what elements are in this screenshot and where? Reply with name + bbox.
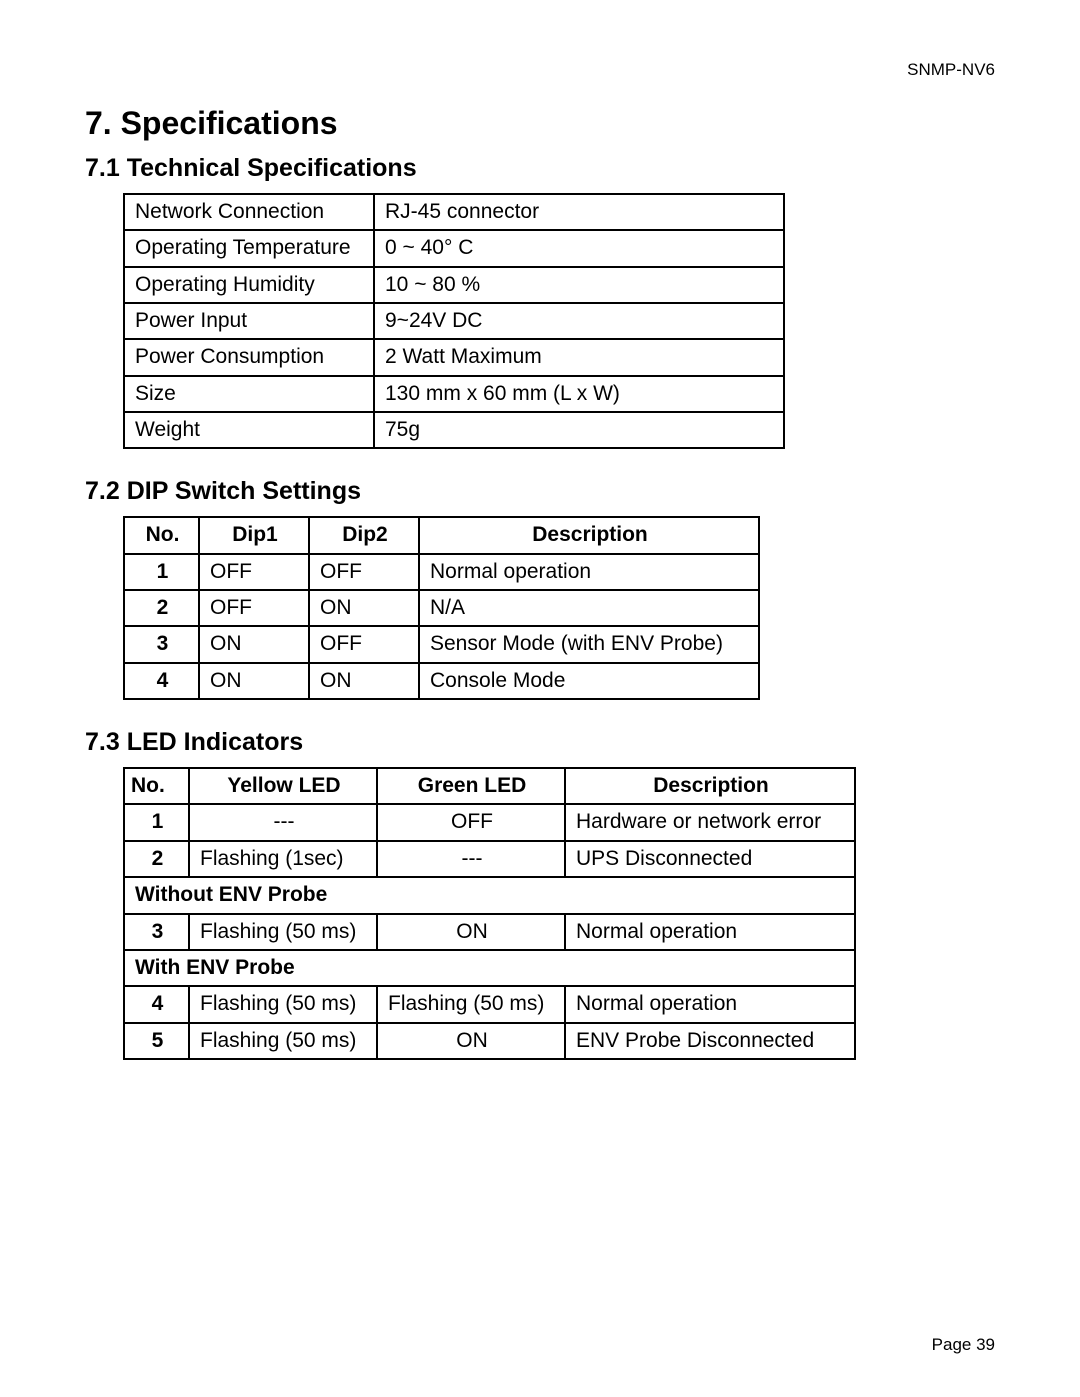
cell-dip2: ON xyxy=(309,663,419,699)
cell-desc: UPS Disconnected xyxy=(565,841,855,877)
spec-value: 75g xyxy=(374,412,784,448)
table-section-row: With ENV Probe xyxy=(124,950,855,986)
spec-label: Size xyxy=(124,376,374,412)
led-indicator-table: No. Yellow LED Green LED Description 1--… xyxy=(123,767,856,1060)
cell-no: 2 xyxy=(124,841,189,877)
section-heading-dip: 7.2 DIP Switch Settings xyxy=(85,477,995,506)
table-row: 2Flashing (1sec)---UPS Disconnected xyxy=(124,841,855,877)
table-row: 1OFFOFFNormal operation xyxy=(124,554,759,590)
cell-dip1: OFF xyxy=(199,554,309,590)
col-header-green: Green LED xyxy=(377,768,565,804)
section-heading-led: 7.3 LED Indicators xyxy=(85,728,995,757)
table-row: 4ONONConsole Mode xyxy=(124,663,759,699)
cell-desc: Normal operation xyxy=(565,986,855,1022)
cell-green: ON xyxy=(377,1023,565,1059)
cell-no: 4 xyxy=(124,986,189,1022)
cell-green: Flashing (50 ms) xyxy=(377,986,565,1022)
tech-spec-table: Network ConnectionRJ-45 connector Operat… xyxy=(123,193,785,449)
cell-dip2: ON xyxy=(309,590,419,626)
spec-label: Power Consumption xyxy=(124,339,374,375)
col-header-dip2: Dip2 xyxy=(309,517,419,553)
table-row: 3ONOFFSensor Mode (with ENV Probe) xyxy=(124,626,759,662)
spec-value: 9~24V DC xyxy=(374,303,784,339)
document-id: SNMP-NV6 xyxy=(85,60,995,80)
table-row: Weight75g xyxy=(124,412,784,448)
cell-yellow: Flashing (1sec) xyxy=(189,841,377,877)
cell-yellow: Flashing (50 ms) xyxy=(189,914,377,950)
section-label: With ENV Probe xyxy=(124,950,855,986)
spec-label: Operating Humidity xyxy=(124,267,374,303)
cell-no: 4 xyxy=(124,663,199,699)
cell-green: OFF xyxy=(377,804,565,840)
cell-desc: Console Mode xyxy=(419,663,759,699)
table-row: 4Flashing (50 ms)Flashing (50 ms)Normal … xyxy=(124,986,855,1022)
cell-no: 1 xyxy=(124,554,199,590)
table-row: Power Input9~24V DC xyxy=(124,303,784,339)
cell-desc: N/A xyxy=(419,590,759,626)
page-number: Page 39 xyxy=(932,1335,995,1355)
cell-dip1: OFF xyxy=(199,590,309,626)
cell-no: 5 xyxy=(124,1023,189,1059)
spec-value: RJ-45 connector xyxy=(374,194,784,230)
page-title: 7. Specifications xyxy=(85,105,995,142)
col-header-no: No. xyxy=(124,768,189,804)
cell-desc: Hardware or network error xyxy=(565,804,855,840)
col-header-yellow: Yellow LED xyxy=(189,768,377,804)
cell-desc: ENV Probe Disconnected xyxy=(565,1023,855,1059)
spec-label: Network Connection xyxy=(124,194,374,230)
spec-label: Power Input xyxy=(124,303,374,339)
cell-dip2: OFF xyxy=(309,554,419,590)
cell-yellow: Flashing (50 ms) xyxy=(189,986,377,1022)
cell-no: 2 xyxy=(124,590,199,626)
cell-yellow: Flashing (50 ms) xyxy=(189,1023,377,1059)
spec-label: Weight xyxy=(124,412,374,448)
spec-value: 2 Watt Maximum xyxy=(374,339,784,375)
spec-value: 10 ~ 80 % xyxy=(374,267,784,303)
cell-no: 3 xyxy=(124,626,199,662)
section-heading-tech: 7.1 Technical Specifications xyxy=(85,154,995,183)
table-row: 2OFFONN/A xyxy=(124,590,759,626)
table-header-row: No. Dip1 Dip2 Description xyxy=(124,517,759,553)
cell-desc: Normal operation xyxy=(565,914,855,950)
cell-no: 1 xyxy=(124,804,189,840)
spec-value: 0 ~ 40° C xyxy=(374,230,784,266)
cell-no: 3 xyxy=(124,914,189,950)
table-row: Network ConnectionRJ-45 connector xyxy=(124,194,784,230)
cell-dip2: OFF xyxy=(309,626,419,662)
table-row: Size130 mm x 60 mm (L x W) xyxy=(124,376,784,412)
table-row: Power Consumption2 Watt Maximum xyxy=(124,339,784,375)
cell-desc: Sensor Mode (with ENV Probe) xyxy=(419,626,759,662)
col-header-desc: Description xyxy=(565,768,855,804)
col-header-desc: Description xyxy=(419,517,759,553)
cell-yellow: --- xyxy=(189,804,377,840)
cell-dip1: ON xyxy=(199,663,309,699)
table-row: 3Flashing (50 ms)ONNormal operation xyxy=(124,914,855,950)
col-header-no: No. xyxy=(124,517,199,553)
table-header-row: No. Yellow LED Green LED Description xyxy=(124,768,855,804)
table-section-row: Without ENV Probe xyxy=(124,877,855,913)
cell-green: ON xyxy=(377,914,565,950)
dip-switch-table: No. Dip1 Dip2 Description 1OFFOFFNormal … xyxy=(123,516,760,700)
spec-value: 130 mm x 60 mm (L x W) xyxy=(374,376,784,412)
table-row: 1---OFFHardware or network error xyxy=(124,804,855,840)
spec-label: Operating Temperature xyxy=(124,230,374,266)
cell-green: --- xyxy=(377,841,565,877)
section-label: Without ENV Probe xyxy=(124,877,855,913)
cell-desc: Normal operation xyxy=(419,554,759,590)
table-row: Operating Humidity10 ~ 80 % xyxy=(124,267,784,303)
cell-dip1: ON xyxy=(199,626,309,662)
table-row: Operating Temperature0 ~ 40° C xyxy=(124,230,784,266)
table-row: 5Flashing (50 ms)ONENV Probe Disconnecte… xyxy=(124,1023,855,1059)
col-header-dip1: Dip1 xyxy=(199,517,309,553)
